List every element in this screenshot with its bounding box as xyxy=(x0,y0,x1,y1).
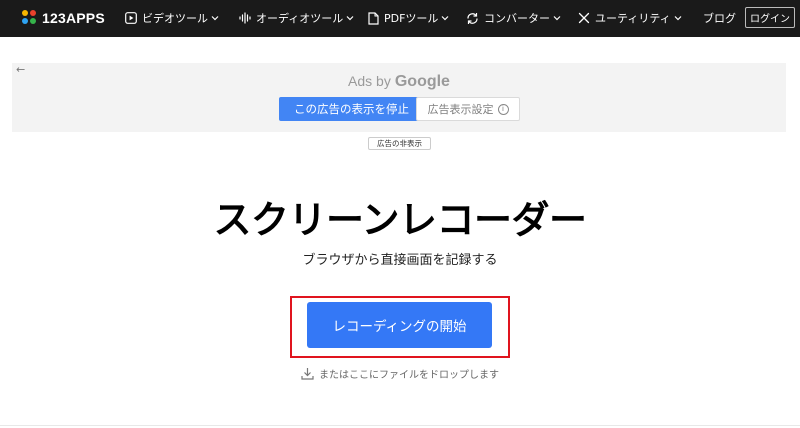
ad-settings-label: 広告表示設定 xyxy=(427,103,494,116)
hide-ad-button[interactable]: 広告の非表示 xyxy=(368,137,431,150)
ad-container: ← Ads by Google この広告の表示を停止 広告表示設定 i xyxy=(12,63,786,132)
chevron-down-icon xyxy=(674,16,682,21)
convert-icon xyxy=(467,12,478,24)
logo-dots-icon xyxy=(22,10,38,26)
nav-converter-label: コンバーター xyxy=(484,12,550,25)
ad-settings-button[interactable]: 広告表示設定 i xyxy=(416,97,520,121)
tools-icon xyxy=(578,12,590,24)
info-icon: i xyxy=(497,103,509,115)
nav-blog-label: ブログ xyxy=(703,12,736,25)
start-recording-button[interactable]: レコーディングの開始 xyxy=(307,302,492,348)
ads-by-label: Ads by xyxy=(348,73,391,89)
chevron-down-icon xyxy=(211,16,219,21)
login-button[interactable]: ログイン xyxy=(745,7,795,28)
top-navigation-bar: 123APPS ビデオツール オーディオツール PDFツール コンバーター ユー… xyxy=(0,0,800,37)
ads-by-google: Ads by Google xyxy=(12,73,786,93)
page-subtitle: ブラウザから直接画面を記録する xyxy=(302,253,498,268)
nav-pdf-tools-label: PDFツール xyxy=(384,12,439,25)
chevron-down-icon xyxy=(346,16,354,21)
nav-utilities[interactable]: ユーティリティ xyxy=(578,9,682,27)
divider xyxy=(0,425,800,426)
nav-video-tools[interactable]: ビデオツール xyxy=(125,9,219,27)
audio-wave-icon xyxy=(239,12,251,24)
nav-pdf-tools[interactable]: PDFツール xyxy=(368,9,449,27)
logo[interactable]: 123APPS xyxy=(22,9,105,27)
nav-audio-tools-label: オーディオツール xyxy=(256,12,344,25)
drop-hint-label: またはここにファイルをドロップします xyxy=(319,369,499,381)
nav-utilities-label: ユーティリティ xyxy=(595,12,671,25)
stop-ad-button[interactable]: この広告の表示を停止 xyxy=(279,97,424,121)
chevron-down-icon xyxy=(442,16,449,21)
page-title: スクリーンレコーダー xyxy=(213,198,587,242)
google-label: Google xyxy=(394,73,450,90)
chevron-down-icon xyxy=(553,16,561,21)
nav-video-tools-label: ビデオツール xyxy=(142,12,208,25)
nav-converter[interactable]: コンバーター xyxy=(466,9,561,27)
nav-audio-tools[interactable]: オーディオツール xyxy=(239,9,354,27)
logo-text: 123APPS xyxy=(42,10,105,26)
drop-zone-hint[interactable]: またはここにファイルをドロップします xyxy=(0,365,800,381)
download-icon xyxy=(301,367,314,380)
video-icon xyxy=(125,12,137,24)
nav-blog[interactable]: ブログ xyxy=(703,9,736,27)
pdf-file-icon xyxy=(368,11,379,25)
